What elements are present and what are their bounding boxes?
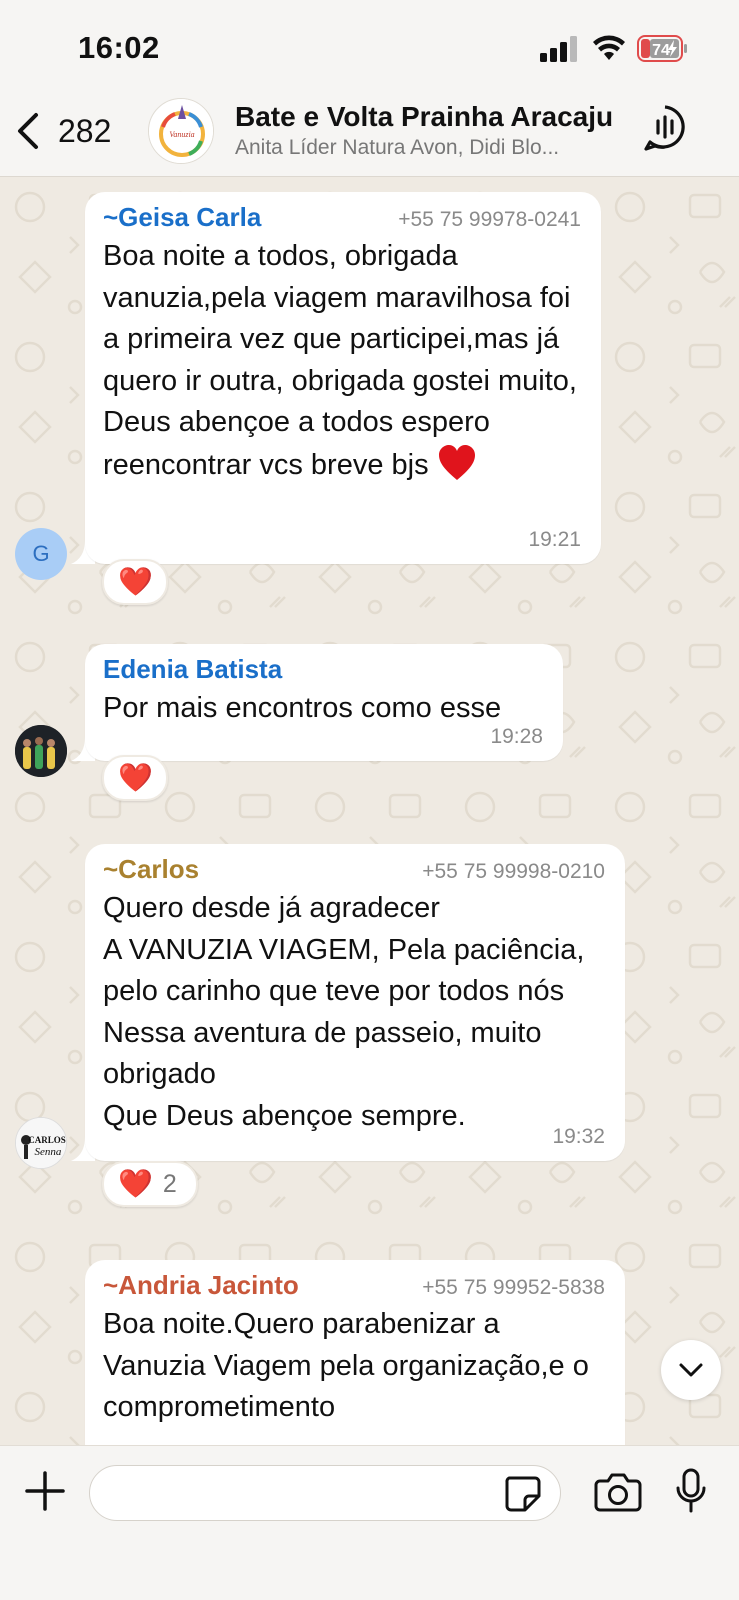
chevron-down-icon — [679, 1363, 703, 1377]
avatar-photo — [15, 725, 67, 777]
chat-area[interactable]: G ~Geisa Carla +55 75 99978-0241 Boa noi… — [0, 177, 739, 1445]
back-button[interactable]: 282 — [14, 106, 124, 156]
message-sender[interactable]: ~Geisa Carla — [103, 202, 261, 233]
message-phone[interactable]: +55 75 99978-0241 — [398, 208, 581, 232]
avatar-letter: G — [32, 541, 50, 566]
signal-icon — [540, 36, 577, 62]
heart-reaction-icon: ❤️ — [118, 566, 153, 597]
camera-icon[interactable] — [594, 1472, 642, 1512]
heart-reaction-icon: ❤️ — [118, 762, 153, 793]
message-phone[interactable]: +55 75 99998-0210 — [422, 860, 605, 884]
battery-icon: 74 — [637, 35, 687, 62]
message-text: Quero desde já agradecer A VANUZIA VIAGE… — [103, 892, 585, 1132]
chevron-left-icon — [18, 113, 38, 149]
status-time: 16:02 — [78, 30, 160, 65]
message-input[interactable] — [89, 1465, 561, 1521]
unread-count: 282 — [58, 112, 112, 149]
message-bubble[interactable]: Edenia Batista Por mais encontros como e… — [85, 644, 563, 761]
battery-level: 74 — [652, 42, 670, 59]
avatar-geisa[interactable]: G — [15, 528, 67, 580]
message-bubble[interactable]: ~Geisa Carla +55 75 99978-0241 Boa noite… — [85, 192, 601, 564]
avatar-carlos[interactable]: CARLOS Senna — [15, 1117, 67, 1169]
message-sender[interactable]: ~Carlos — [103, 854, 199, 885]
avatar-text-2: Senna — [35, 1146, 62, 1158]
group-avatar-logo: Vanuzia — [149, 99, 213, 163]
message-text: Boa noite a todos, obrigada vanuzia,pela… — [103, 236, 581, 486]
message-time: 19:32 — [552, 1125, 605, 1148]
status-bar: 16:02 74 — [0, 0, 739, 92]
heart-emoji-icon — [438, 444, 475, 480]
message-time: 19:21 — [528, 528, 581, 551]
message-sender[interactable]: ~Andria Jacinto — [103, 1270, 299, 1301]
message-phone[interactable]: +55 75 99952-5838 — [422, 1276, 605, 1300]
group-avatar[interactable]: Vanuzia — [148, 98, 214, 164]
group-call-icon[interactable] — [642, 104, 688, 152]
message-text: Por mais encontros como esse — [103, 692, 502, 724]
avatar-edenia[interactable] — [15, 725, 67, 777]
group-avatar-text: Vanuzia — [169, 130, 194, 139]
group-members: Anita Líder Natura Avon, Didi Blo... — [235, 136, 560, 159]
group-title[interactable]: Bate e Volta Prainha Aracaju — [235, 101, 613, 133]
message-bubble[interactable]: ~Carlos +55 75 99998-0210 Quero desde já… — [85, 844, 625, 1161]
chat-header: 282 Vanuzia Bate e Volta Prainha Aracaju… — [0, 92, 739, 177]
microphone-icon[interactable] — [674, 1468, 708, 1514]
plus-icon[interactable] — [24, 1470, 66, 1512]
message-sender[interactable]: Edenia Batista — [103, 654, 282, 685]
reaction-count: 2 — [162, 1169, 177, 1198]
avatar-text-1: CARLOS — [28, 1135, 66, 1145]
message-text-content: Boa noite a todos, obrigada vanuzia,pela… — [103, 240, 577, 481]
message-reaction[interactable]: ❤️ — [102, 559, 168, 605]
wifi-icon — [593, 35, 625, 60]
avatar-logo: CARLOS Senna — [16, 1118, 66, 1168]
message-time: 19:28 — [490, 725, 543, 748]
message-reaction[interactable]: ❤️ 2 — [102, 1161, 198, 1207]
message-text: Boa noite.Quero parabenizar a Vanuzia Vi… — [103, 1308, 589, 1423]
heart-reaction-icon: ❤️ — [118, 1168, 153, 1199]
message-reaction[interactable]: ❤️ — [102, 755, 168, 801]
message-bubble[interactable]: ~Andria Jacinto +55 75 99952-5838 Boa no… — [85, 1260, 625, 1445]
scroll-to-bottom-button[interactable] — [661, 1340, 721, 1400]
sticker-icon[interactable] — [503, 1474, 541, 1512]
input-bar — [0, 1445, 739, 1600]
